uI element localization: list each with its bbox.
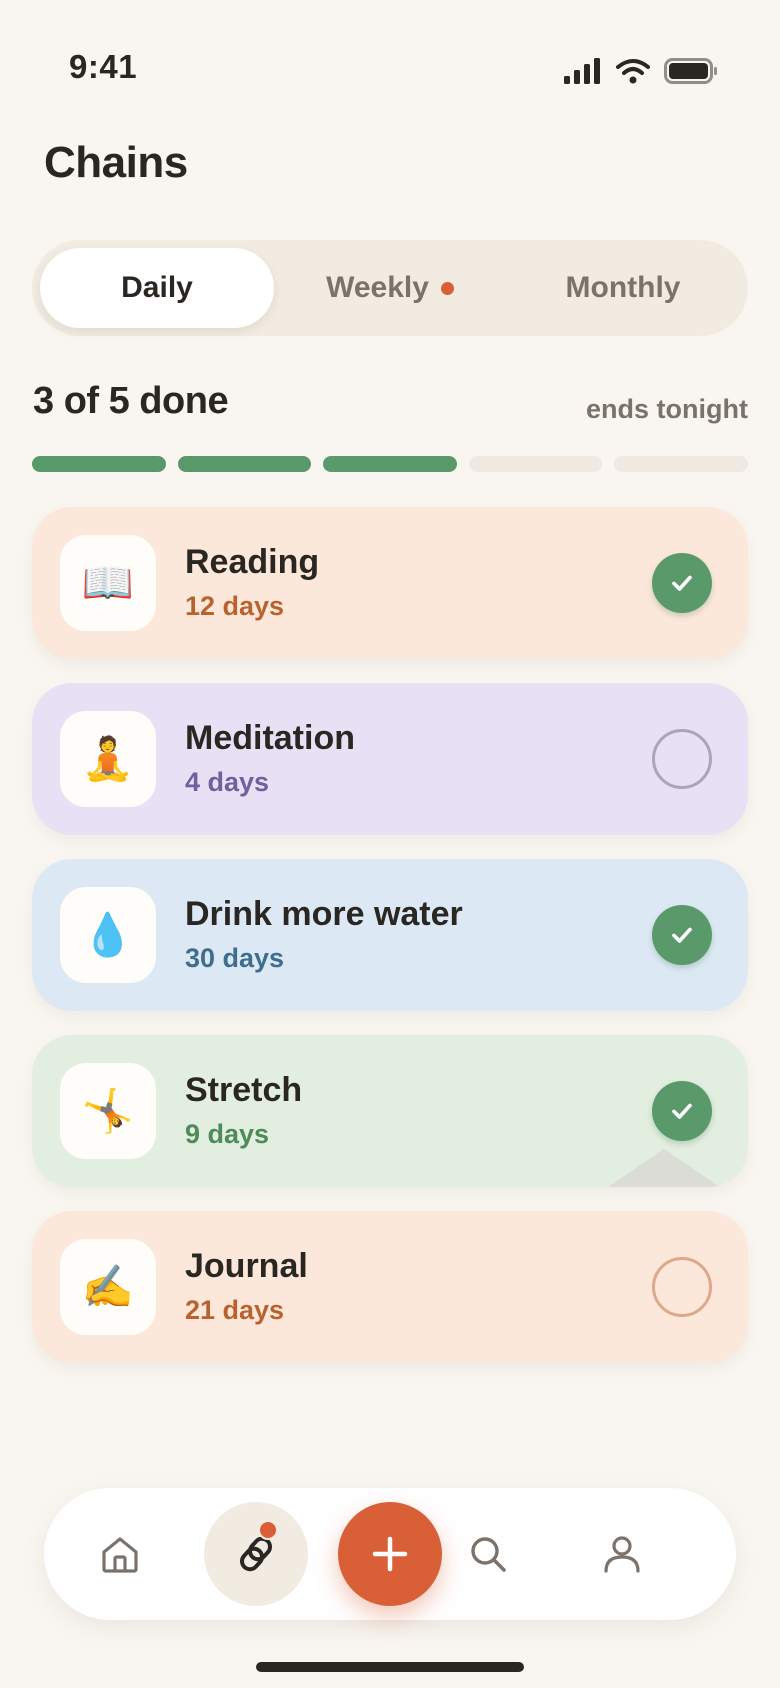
progress-deadline: ends tonight <box>586 394 748 424</box>
habit-card-reading[interactable]: 📖 Reading 12 days <box>32 507 748 659</box>
habit-card-drink-more-water[interactable]: 💧 Drink more water 30 days <box>32 859 748 1011</box>
add-habit-button[interactable] <box>338 1502 442 1606</box>
notification-badge <box>258 1520 278 1540</box>
cellular-signal-icon <box>564 58 600 84</box>
progress-segment <box>468 456 603 472</box>
habit-card-meditation[interactable]: 🧘 Meditation 4 days <box>32 683 748 835</box>
tab-weekly[interactable]: Weekly <box>273 248 507 328</box>
droplet-icon: 💧 <box>60 887 156 983</box>
card-corner-fold <box>608 1149 720 1187</box>
checkmark-icon <box>672 575 692 591</box>
tab-monthly[interactable]: Monthly <box>506 248 740 328</box>
checkmark-icon <box>672 927 692 943</box>
habit-name: Reading <box>185 543 320 581</box>
plus-icon <box>372 1536 408 1572</box>
habit-checkbox[interactable] <box>652 553 712 613</box>
status-bar: 9:41 <box>0 0 780 130</box>
habit-name: Meditation <box>185 719 355 757</box>
status-icons <box>564 58 718 84</box>
book-icon: 📖 <box>60 535 156 631</box>
habit-list: 📖 Reading 12 days 🧘 Meditation 4 days 💧 … <box>32 507 748 1387</box>
habit-name: Journal <box>185 1247 308 1285</box>
nav-profile[interactable] <box>570 1488 674 1620</box>
page-title: Chains <box>44 138 188 187</box>
habit-streak: 21 days <box>185 1295 285 1325</box>
habit-name: Stretch <box>185 1071 303 1109</box>
habit-streak: 9 days <box>185 1119 270 1149</box>
home-icon <box>102 1537 138 1573</box>
tab-daily[interactable]: Daily <box>40 248 274 328</box>
home-indicator <box>256 1662 524 1672</box>
habit-checkbox[interactable] <box>652 905 712 965</box>
nav-search[interactable] <box>436 1488 540 1620</box>
habit-checkbox[interactable] <box>652 1257 712 1317</box>
progress-segment <box>614 456 748 472</box>
habit-streak: 30 days <box>185 943 285 973</box>
progress-segment <box>32 456 166 472</box>
notification-dot <box>440 281 454 295</box>
progress-segment <box>323 456 457 472</box>
tab-label: Weekly <box>326 271 429 304</box>
progress-segments <box>32 456 748 472</box>
habit-checkbox[interactable] <box>652 729 712 789</box>
progress-segment <box>177 456 312 472</box>
status-time: 9:41 <box>69 48 138 85</box>
nav-chains[interactable] <box>204 1502 308 1606</box>
tab-label: Monthly <box>565 271 681 304</box>
habit-checkbox[interactable] <box>652 1081 712 1141</box>
meditation-icon: 🧘 <box>60 711 156 807</box>
habit-streak: 4 days <box>185 767 270 797</box>
battery-icon <box>664 58 717 84</box>
tab-label: Daily <box>121 271 193 304</box>
search-icon <box>471 1537 506 1572</box>
profile-icon <box>604 1536 640 1573</box>
nav-home[interactable] <box>68 1488 172 1620</box>
habit-card-journal[interactable]: ✍️ Journal 21 days <box>32 1211 748 1363</box>
stretch-icon: 🤸 <box>60 1063 156 1159</box>
habit-name: Drink more water <box>185 895 463 933</box>
writing-hand-icon: ✍️ <box>60 1239 156 1335</box>
wifi-icon <box>616 59 650 84</box>
progress-label: 3 of 5 done <box>33 380 229 422</box>
period-segmented-control: Daily Weekly Monthly <box>32 240 748 336</box>
habit-card-stretch[interactable]: 🤸 Stretch 9 days <box>32 1035 748 1187</box>
checkmark-icon <box>672 1103 692 1119</box>
habit-streak: 12 days <box>185 591 285 621</box>
